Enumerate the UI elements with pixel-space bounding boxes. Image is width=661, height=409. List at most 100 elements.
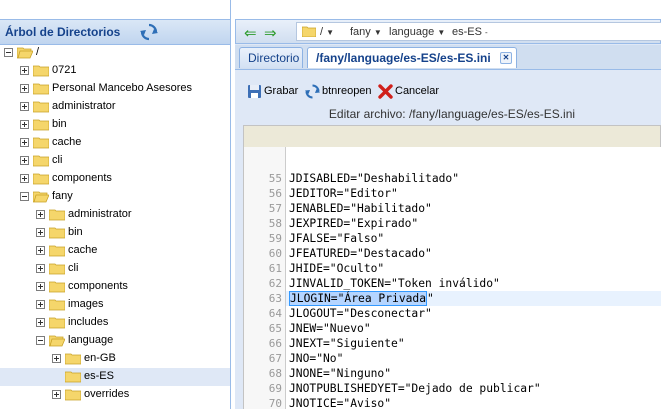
crumb-root[interactable]: / ▼ <box>320 26 334 38</box>
code-line[interactable]: JLOGOUT="Desconectar" <box>289 307 432 320</box>
folder-open-icon <box>17 47 33 59</box>
expand-icon[interactable] <box>20 102 29 111</box>
expand-icon[interactable] <box>36 264 45 273</box>
tree-node[interactable]: Personal Mancebo Asesores <box>0 80 230 98</box>
tab-directorio[interactable]: Directorio <box>239 47 303 68</box>
folder-icon <box>33 65 49 77</box>
line-number: 70 <box>268 397 282 409</box>
collapse-icon[interactable] <box>20 192 29 201</box>
tree-node-label: cli <box>68 262 79 274</box>
tree-node[interactable]: cache <box>0 242 230 260</box>
refresh-icon[interactable] <box>140 23 158 41</box>
code-line[interactable]: JNONE="Ninguno" <box>289 367 391 380</box>
folder-icon <box>33 83 49 95</box>
line-number: 65 <box>268 322 282 335</box>
tree-node[interactable]: cli <box>0 152 230 170</box>
crumb-es-es[interactable]: es-ES - <box>452 26 488 38</box>
expand-icon[interactable] <box>36 246 45 255</box>
line-number: 59 <box>268 232 282 245</box>
folder-open-icon <box>33 191 49 203</box>
collapse-icon[interactable] <box>36 336 45 345</box>
tree-node-label: images <box>68 298 104 310</box>
expand-icon[interactable] <box>36 210 45 219</box>
expand-icon[interactable] <box>36 228 45 237</box>
folder-icon <box>65 389 81 401</box>
tree-node[interactable]: components <box>0 170 230 188</box>
code-line[interactable]: JNEXT="Siguiente" <box>289 337 405 350</box>
code-line[interactable]: JDISABLED="Deshabilitado" <box>289 172 459 185</box>
expand-icon[interactable] <box>20 174 29 183</box>
expand-icon[interactable] <box>20 138 29 147</box>
line-number: 66 <box>268 337 282 350</box>
expand-icon[interactable] <box>20 156 29 165</box>
line-number: 62 <box>268 277 282 290</box>
line-number: 68 <box>268 367 282 380</box>
code-line[interactable]: JFEATURED="Destacado" <box>289 247 432 260</box>
tree-node-label: components <box>52 172 112 184</box>
expand-icon[interactable] <box>36 282 45 291</box>
tree-node[interactable]: es-ES <box>0 368 230 386</box>
back-arrow-icon[interactable]: ⇐ <box>244 24 257 42</box>
tree-node-label: bin <box>68 226 83 238</box>
folder-icon <box>33 173 49 185</box>
tree-node[interactable]: administrator <box>0 98 230 116</box>
tree-node[interactable]: en-GB <box>0 350 230 368</box>
tree-node-label: overrides <box>84 388 130 400</box>
folder-icon <box>49 209 65 221</box>
line-number-gutter: 5556575859606162636465666768697071 <box>244 147 286 409</box>
code-line[interactable]: JHIDE="Oculto" <box>289 262 384 275</box>
close-icon[interactable]: ✕ <box>500 52 512 64</box>
folder-icon <box>33 119 49 131</box>
folder-icon <box>49 245 65 257</box>
expand-icon[interactable] <box>20 84 29 93</box>
forward-arrow-icon[interactable]: ⇒ <box>264 24 277 42</box>
expand-icon[interactable] <box>36 318 45 327</box>
tree-node[interactable]: / <box>0 44 230 62</box>
tree-node-label: administrator <box>68 208 132 220</box>
tree-node-label: includes <box>68 316 109 328</box>
tree-node-label: Personal Mancebo Asesores <box>52 82 193 94</box>
tree-node[interactable]: bin <box>0 116 230 134</box>
tree-node[interactable]: language <box>0 332 230 350</box>
expand-icon[interactable] <box>52 354 61 363</box>
crumb-fany[interactable]: fany ▼ <box>350 26 382 38</box>
folder-icon <box>65 353 81 365</box>
tab-file-es-es-ini[interactable]: /fany/language/es-ES/es-ES.ini ✕ <box>307 47 517 68</box>
path-breadcrumb[interactable]: / ▼ fany ▼ language ▼ es-ES - <box>296 22 661 41</box>
crumb-language[interactable]: language ▼ <box>389 26 445 38</box>
tree-node[interactable]: cache <box>0 134 230 152</box>
tree-node[interactable]: 0721 <box>0 62 230 80</box>
tree-node-label: cache <box>52 136 82 148</box>
tree-node[interactable]: bin <box>0 224 230 242</box>
expand-icon[interactable] <box>20 120 29 129</box>
red-x-icon <box>378 84 393 99</box>
folder-icon <box>49 281 65 293</box>
tree-node[interactable]: cli <box>0 260 230 278</box>
code-line[interactable]: JEXPIRED="Expirado" <box>289 217 418 230</box>
tree-node[interactable]: overrides <box>0 386 230 404</box>
code-line[interactable]: JEDITOR="Editor" <box>289 187 398 200</box>
code-line[interactable]: JENABLED="Habilitado" <box>289 202 432 215</box>
code-editor[interactable]: 5556575859606162636465666768697071 JDISA… <box>243 147 661 409</box>
collapse-icon[interactable] <box>4 48 13 57</box>
tree-node[interactable]: administrator <box>0 206 230 224</box>
code-line[interactable]: JFALSE="Falso" <box>289 232 384 245</box>
expand-icon[interactable] <box>52 390 61 399</box>
code-line[interactable]: JNO="No" <box>289 352 343 365</box>
tree-node[interactable]: fany <box>0 188 230 206</box>
code-line[interactable]: JNOTICE="Aviso" <box>289 397 391 409</box>
tree-node[interactable]: components <box>0 278 230 296</box>
code-line[interactable]: JINVALID_TOKEN="Token inválido" <box>289 277 500 290</box>
code-line[interactable]: JLOGIN="Área Privada" <box>289 291 434 306</box>
folder-icon <box>49 227 65 239</box>
tree-node[interactable]: includes <box>0 314 230 332</box>
line-number: 67 <box>268 352 282 365</box>
line-number: 61 <box>268 262 282 275</box>
expand-icon[interactable] <box>20 66 29 75</box>
editor-toolbar: Grabar btnreopen Cancelar <box>243 80 661 104</box>
code-line[interactable]: JNEW="Nuevo" <box>289 322 371 335</box>
folder-icon <box>33 137 49 149</box>
tree-node[interactable]: images <box>0 296 230 314</box>
code-line[interactable]: JNOTPUBLISHEDYET="Dejado de publicar" <box>289 382 541 395</box>
expand-icon[interactable] <box>36 300 45 309</box>
